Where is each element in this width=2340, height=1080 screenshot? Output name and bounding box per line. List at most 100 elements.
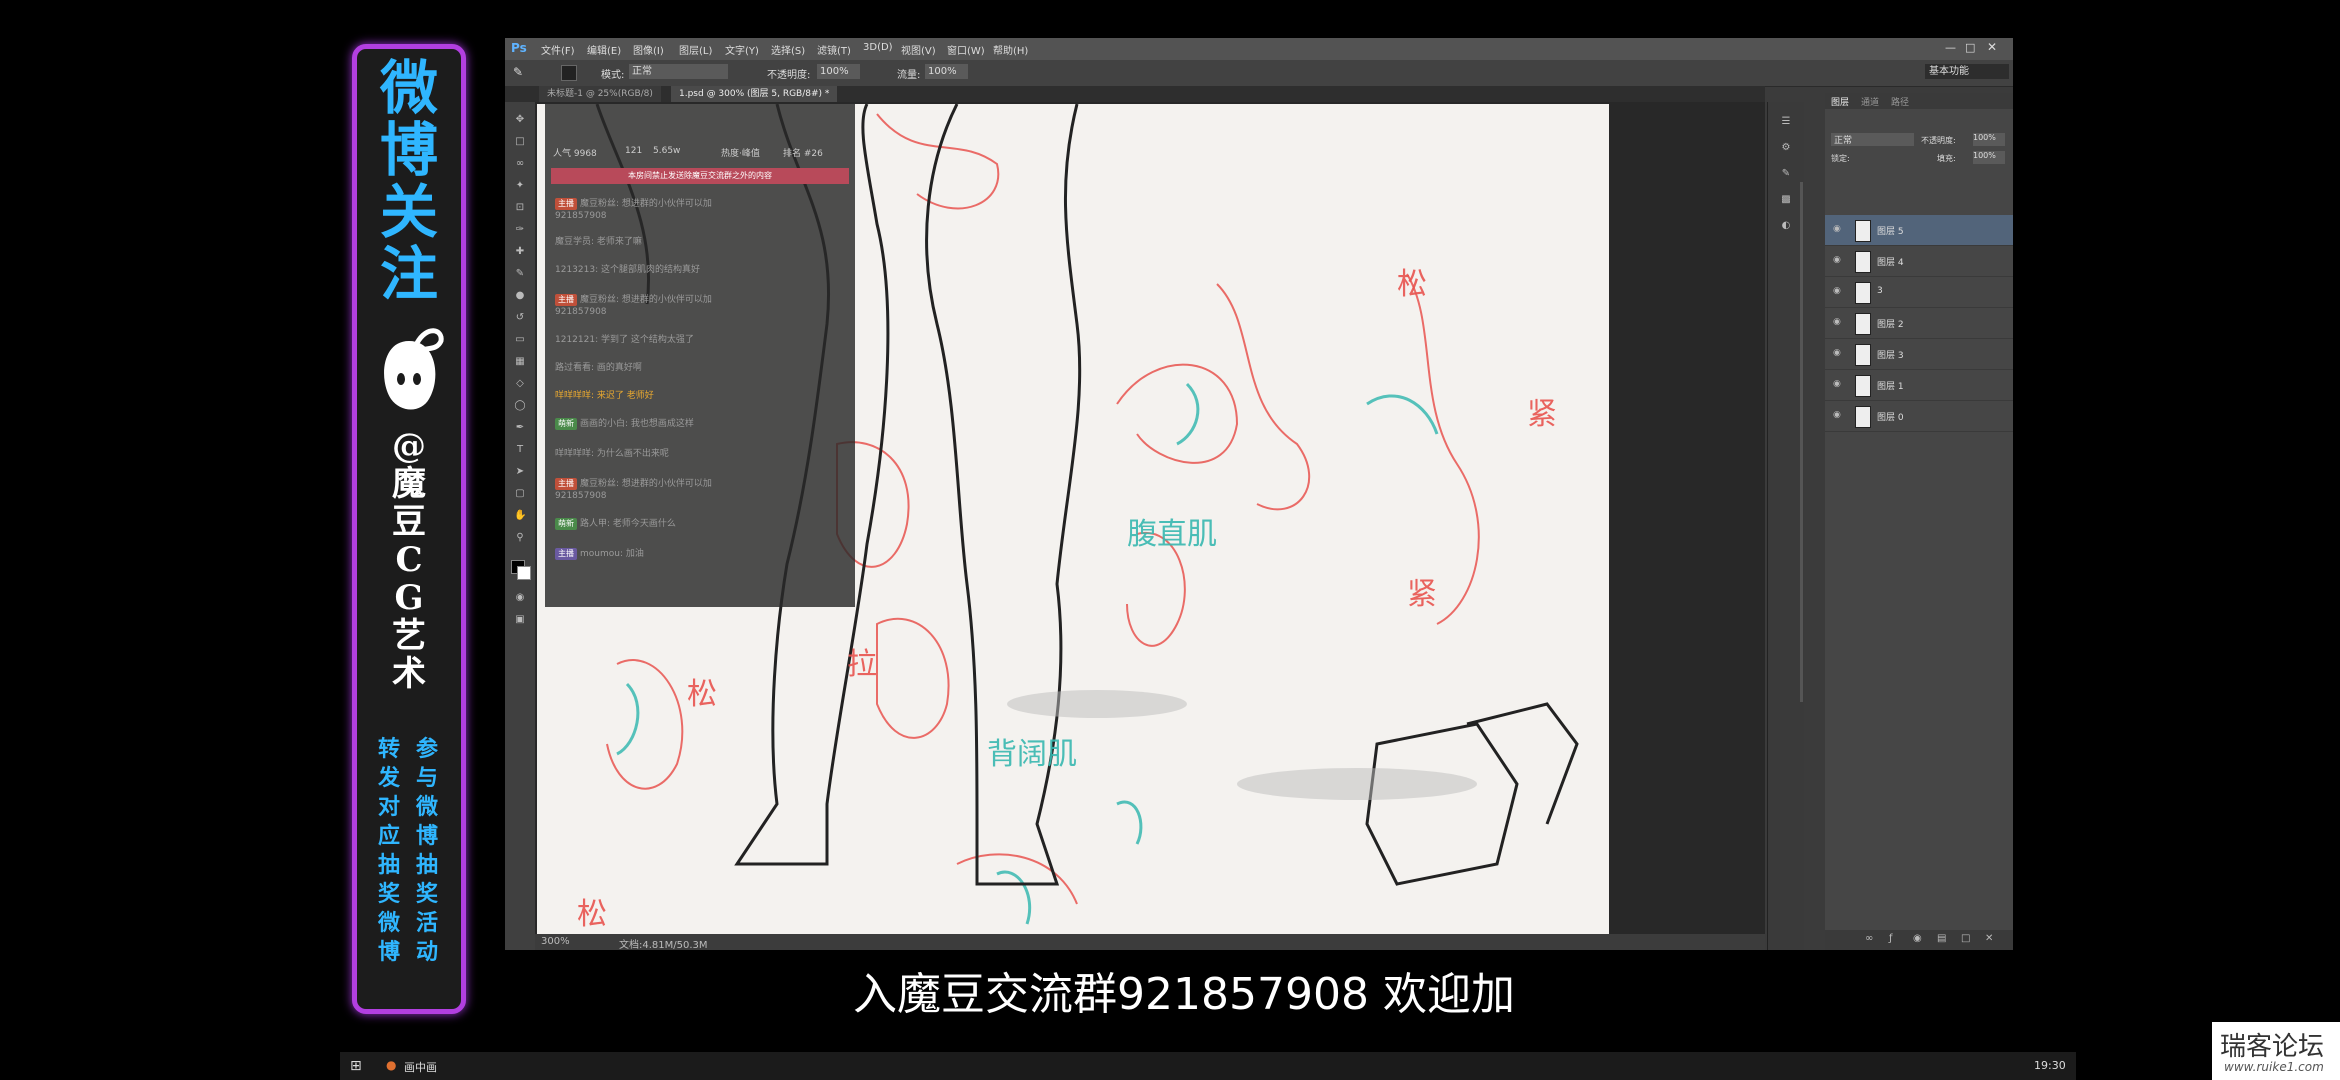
stamp-tool-icon[interactable]: ● [514,290,526,302]
layer-row[interactable]: ◉ 图层 0 [1825,401,2013,432]
link-layers-icon[interactable]: ∞ [1865,933,1873,944]
visibility-eye-icon[interactable]: ◉ [1833,317,1841,327]
layer-row[interactable]: ◉ 图层 3 [1825,339,2013,370]
fx-icon[interactable]: ƒ [1889,933,1893,944]
layer-row[interactable]: ◉ 图层 1 [1825,370,2013,401]
tab-channels[interactable]: 通道 [1861,95,1879,108]
adjustments-panel-icon[interactable]: ◐ [1780,220,1792,232]
visibility-eye-icon[interactable]: ◉ [1833,286,1841,296]
lasso-tool-icon[interactable]: ∞ [514,158,526,170]
canvas-scrollbar[interactable] [1800,182,1803,702]
background-color-swatch[interactable] [517,566,531,580]
tab-layers[interactable]: 图层 [1831,95,1849,108]
eyedropper-tool-icon[interactable]: ✑ [514,224,526,236]
menu-image[interactable]: 图像(I) [633,42,664,57]
pen-tool-icon[interactable]: ✒ [514,422,526,434]
menu-layer[interactable]: 图层(L) [679,42,712,57]
screen-mode-icon[interactable]: ▣ [514,614,526,626]
layer-opacity-input[interactable]: 100% [1973,133,2005,146]
flow-input[interactable]: 100% [925,64,968,79]
menu-edit[interactable]: 编辑(E) [587,42,621,57]
eraser-tool-icon[interactable]: ▭ [514,334,526,346]
menu-file[interactable]: 文件(F) [541,42,575,57]
brush-size-picker[interactable] [561,65,577,81]
dodge-tool-icon[interactable]: ◯ [514,400,526,412]
tab-untitled[interactable]: 未标题-1 @ 25%(RGB/8) [539,86,661,102]
marquee-tool-icon[interactable]: □ [514,136,526,148]
visibility-eye-icon[interactable]: ◉ [1833,348,1841,358]
menu-select[interactable]: 选择(S) [771,42,805,57]
visibility-eye-icon[interactable]: ◉ [1833,379,1841,389]
mask-icon[interactable]: ◉ [1913,933,1922,944]
swatches-panel-icon[interactable]: ▩ [1780,194,1792,206]
document-tabs: 未标题-1 @ 25%(RGB/8) 1.psd @ 300% (图层 5, R… [505,86,1765,102]
history-brush-tool-icon[interactable]: ↺ [514,312,526,324]
opacity-input[interactable]: 100% [817,64,860,79]
canvas-label: 紧 [1407,577,1437,612]
banner-handle-char: G [394,578,424,618]
tab-active-doc[interactable]: 1.psd @ 300% (图层 5, RGB/8#) * [671,86,838,102]
maximize-icon[interactable]: □ [1965,41,1975,54]
mode-select[interactable]: 正常 [629,64,728,79]
tab-paths[interactable]: 路径 [1891,95,1909,108]
layer-row[interactable]: ◉ 3 [1825,277,2013,308]
minimize-icon[interactable]: — [1945,41,1956,54]
menu-help[interactable]: 帮助(H) [993,42,1028,57]
new-layer-icon[interactable]: □ [1961,933,1970,944]
banner-col-char: 对 [377,795,400,820]
hand-tool-icon[interactable]: ✋ [514,510,526,522]
brush-tool-icon[interactable]: ✎ [514,268,526,280]
canvas-label: 背阔肌 [987,737,1077,772]
chat-info: 5.65w [653,146,681,156]
banner-col-char: 微 [415,795,438,820]
magic-wand-tool-icon[interactable]: ✦ [514,180,526,192]
mode-label: 模式: [601,70,625,81]
layers-footer: ∞ ƒ ◉ ▤ □ ✕ [1825,930,2013,950]
shape-tool-icon[interactable]: ▢ [514,488,526,500]
brush-panel-icon[interactable]: ✎ [1780,168,1792,180]
chat-message: 主播 魔豆粉丝: 想进群的小伙伴可以加 921857908 [555,294,712,317]
visibility-eye-icon[interactable]: ◉ [1833,224,1841,234]
move-tool-icon[interactable]: ✥ [514,114,526,126]
windows-start-icon[interactable]: ⊞ [350,1058,362,1074]
banner-col-char: 博 [415,824,438,849]
properties-panel-icon[interactable]: ⚙ [1780,142,1792,154]
layer-row[interactable]: ◉ 图层 2 [1825,308,2013,339]
layer-row[interactable]: ◉ 图层 5 [1825,215,2013,246]
menu-view[interactable]: 视图(V) [901,42,936,57]
panel-dock: ☰ ⚙ ✎ ▩ ◐ [1767,102,1804,950]
menu-3d[interactable]: 3D(D) [863,42,893,53]
workspace-select[interactable]: 基本功能 [1925,64,2009,79]
banner-col-char: 与 [415,766,438,791]
chat-message: 1212121: 学到了 这个结构太强了 [555,335,694,345]
banner-handle-char: 魔 [392,464,426,504]
app-icon[interactable]: ● [386,1058,396,1072]
visibility-eye-icon[interactable]: ◉ [1833,410,1841,420]
blur-tool-icon[interactable]: ◇ [514,378,526,390]
layer-thumbnail [1855,406,1871,428]
close-icon[interactable]: ✕ [1987,40,1997,54]
type-tool-icon[interactable]: T [514,444,526,456]
menu-filter[interactable]: 滤镜(T) [817,42,851,57]
canvas-label: 拉 [847,647,877,682]
menu-type[interactable]: 文字(Y) [725,42,759,57]
crop-tool-icon[interactable]: ⊡ [514,202,526,214]
healing-tool-icon[interactable]: ✚ [514,246,526,258]
path-select-tool-icon[interactable]: ➤ [514,466,526,478]
menu-window[interactable]: 窗口(W) [947,42,985,57]
fill-input[interactable]: 100% [1973,151,2005,164]
brush-tool-icon[interactable]: ✎ [513,65,523,79]
folder-icon[interactable]: ▤ [1937,933,1946,944]
visibility-eye-icon[interactable]: ◉ [1833,255,1841,265]
chat-message: 主播 魔豆粉丝: 想进群的小伙伴可以加 921857908 [555,198,712,221]
blend-mode-select[interactable]: 正常 [1831,133,1914,146]
trash-icon[interactable]: ✕ [1985,933,1993,944]
layer-row[interactable]: ◉ 图层 4 [1825,246,2013,277]
zoom-level[interactable]: 300% [541,936,570,947]
taskbar-app-label[interactable]: 画中画 [404,1059,437,1075]
history-panel-icon[interactable]: ☰ [1780,116,1792,128]
gradient-tool-icon[interactable]: ▦ [514,356,526,368]
quick-mask-icon[interactable]: ◉ [514,592,526,604]
zoom-tool-icon[interactable]: ⚲ [514,532,526,544]
layers-panel-tabs: 图层 通道 路径 [1825,93,2013,109]
